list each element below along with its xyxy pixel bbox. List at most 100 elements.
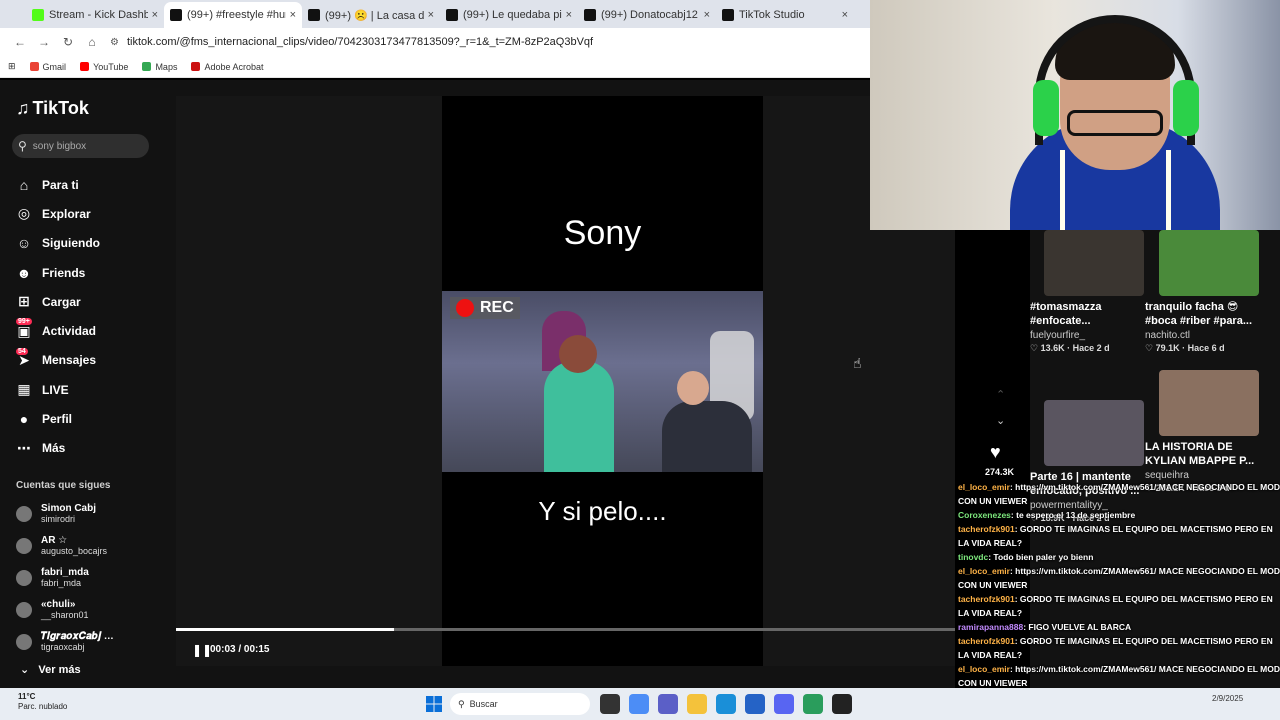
back-icon[interactable]: ← — [8, 35, 32, 49]
avatar — [16, 538, 32, 554]
bookmark-item[interactable]: Adobe Acrobat — [191, 62, 264, 72]
video-thumbnail[interactable] — [1159, 370, 1259, 436]
recommended-video-card[interactable]: #tomasmazza #enfocate... fuelyourfire_ ♡ 1… — [1030, 230, 1144, 354]
webcam-overlay — [870, 0, 1280, 230]
chat-username: Coroxenezes — [958, 510, 1011, 520]
following-account[interactable]: Simon Cabj simirodri — [16, 498, 166, 530]
browser-tab[interactable]: (99+) Donatocabj12 (@do × — [578, 2, 716, 28]
sidebar-item-compass[interactable]: ◎ Explorar — [16, 199, 100, 228]
home-icon[interactable]: ⌂ — [80, 35, 104, 49]
chat-text: : te espero el 13 de septiembre — [1010, 510, 1136, 520]
bookmark-item[interactable]: Gmail — [29, 62, 66, 72]
close-tab-icon[interactable]: × — [842, 9, 848, 21]
windows-start-icon[interactable] — [426, 696, 442, 712]
reload-icon[interactable]: ↻ — [56, 35, 80, 49]
store-icon[interactable] — [745, 694, 765, 714]
browser-tab-bar: Stream - Kick Dashboard×(99+) #freestyle… — [0, 0, 870, 28]
sidebar-item-friends[interactable]: ☻ Friends — [16, 258, 100, 287]
forward-icon[interactable]: → — [32, 35, 56, 49]
sidebar-item-profile[interactable]: ● Perfil — [16, 404, 100, 433]
bookmark-item[interactable]: Maps — [142, 62, 177, 72]
following-account[interactable]: 𝑻𝒊𝒈𝒓𝒂𝒐𝒙𝑪𝒂𝒃𝒋 … tigraoxcabj — [16, 626, 166, 658]
chevron-up-icon[interactable]: ⌃ — [996, 388, 1005, 401]
discord-icon[interactable] — [774, 694, 794, 714]
clip-person-center-head — [559, 335, 597, 373]
sidebar-item-following[interactable]: ☺ Siguiendo — [16, 229, 100, 258]
browser-tab[interactable]: Stream - Kick Dashboard × — [26, 2, 164, 28]
chat-message: tinovdc: Todo bien paler yo bienn — [956, 550, 1280, 564]
task-view-icon[interactable] — [600, 694, 620, 714]
following-account[interactable]: AR ☆ augusto_bocajrs — [16, 530, 166, 562]
home-icon: ⌂ — [19, 176, 29, 193]
bookmark-item[interactable]: YouTube — [80, 62, 128, 72]
browser-tab[interactable]: (99+) ☹️ | La casa de p × — [302, 2, 440, 28]
address-bar[interactable]: ⚙ tiktok.com/@fms_internacional_clips/vi… — [110, 31, 870, 53]
following-account[interactable]: «chuli» __sharon01 — [16, 594, 166, 626]
chat-username: tinovdc — [958, 552, 989, 562]
obs-icon[interactable] — [832, 694, 852, 714]
chat-username: el_loco_emir — [958, 664, 1010, 674]
webcam-headset — [1035, 15, 1195, 145]
close-tab-icon[interactable]: × — [428, 9, 434, 21]
video-stage[interactable]: Sony REC Y si pelo.... ❚❚ 00:03 / 00:15 — [176, 96, 955, 666]
taskbar-apps — [600, 694, 861, 714]
chat-username: tacherofzk901 — [958, 594, 1015, 604]
video-thumbnail[interactable] — [1159, 230, 1259, 296]
browser-tab[interactable]: (99+) #freestyle #hum × — [164, 2, 302, 28]
tab-favicon-icon — [308, 9, 320, 21]
close-tab-icon[interactable]: × — [152, 9, 158, 21]
see-more-button[interactable]: ⌄ Ver más — [20, 663, 81, 676]
sidebar-item-upload[interactable]: ⊞ Cargar — [16, 287, 100, 316]
chrome-icon[interactable] — [803, 694, 823, 714]
recommended-video-card[interactable]: LA HISTORIA DE KYLIAN MBAPPE P... sequeih… — [1145, 370, 1259, 494]
browser-tab[interactable]: (99+) Le quedaba pintado × — [440, 2, 578, 28]
video-title: LA HISTORIA DE KYLIAN MBAPPE P... — [1145, 441, 1255, 467]
teams-icon[interactable] — [658, 694, 678, 714]
browser-tab[interactable]: TikTok Studio × — [716, 2, 854, 28]
apps-icon[interactable]: ⊞ — [8, 61, 16, 72]
close-tab-icon[interactable]: × — [290, 9, 296, 21]
video-title: #tomasmazza #enfocate... — [1030, 301, 1102, 327]
close-tab-icon[interactable]: × — [704, 9, 710, 21]
site-info-icon[interactable]: ⚙ — [110, 37, 119, 48]
video-progress-fill — [176, 628, 395, 631]
following-icon: ☺ — [16, 235, 32, 252]
video-thumbnail[interactable] — [1044, 230, 1144, 296]
weather-temp: 11°C — [18, 692, 36, 701]
video-player[interactable]: Sony REC Y si pelo.... — [442, 96, 763, 666]
tab-title: Stream - Kick Dashboard — [49, 9, 148, 21]
avatar — [16, 570, 32, 586]
weather-widget[interactable]: 11°C Parc. nublado — [18, 692, 67, 712]
tiktok-logo[interactable]: ♫ TikTok — [16, 98, 89, 119]
sidebar-item-more[interactable]: ⋯ Más — [16, 434, 100, 463]
chat-message: tacherofzk901: GORDO TE IMAGINAS EL EQUI… — [956, 634, 1280, 662]
like-heart-icon[interactable]: ♥ — [990, 442, 1001, 463]
sidebar-item-label: Siguiendo — [42, 236, 100, 251]
close-tab-icon[interactable]: × — [566, 9, 572, 21]
following-account[interactable]: fabri_mda fabri_mda — [16, 562, 166, 594]
chevron-down-icon[interactable]: ⌄ — [996, 414, 1005, 427]
hand-cursor-icon: ☝ — [853, 355, 862, 371]
chat-message: Coroxenezes: te espero el 13 de septiemb… — [956, 508, 1280, 522]
edge-icon[interactable] — [716, 694, 736, 714]
url-text: tiktok.com/@fms_internacional_clips/vide… — [126, 36, 594, 48]
sidebar-item-messages[interactable]: ➤ Mensajes 54 — [16, 346, 100, 375]
file-explorer-icon[interactable] — [687, 694, 707, 714]
video-thumbnail[interactable] — [1044, 400, 1144, 466]
sidebar-item-label: Para ti — [42, 177, 79, 192]
recommended-video-card[interactable]: tranquilo facha 😎 #boca #riber #para... n… — [1145, 230, 1259, 354]
taskbar-search[interactable]: ⚲ Buscar — [450, 693, 590, 715]
search-input[interactable]: ⚲ sony bigbox — [12, 134, 149, 158]
webcam-headset-cup-right — [1173, 80, 1199, 136]
webcam-hoodie-stripe — [1060, 150, 1065, 230]
sidebar-item-activity[interactable]: ▣ Actividad 99+ — [16, 316, 100, 345]
video-progress-bar[interactable] — [176, 628, 955, 631]
chat-username: tacherofzk901 — [958, 636, 1015, 646]
copilot-icon[interactable] — [629, 694, 649, 714]
weather-desc: Parc. nublado — [18, 702, 68, 711]
sidebar-item-home[interactable]: ⌂ Para ti — [16, 170, 100, 199]
bookmark-label: Maps — [155, 61, 178, 72]
sidebar-item-live[interactable]: ▦ LIVE — [16, 375, 100, 404]
following-username: __sharon01 — [41, 610, 89, 620]
clip-person-center — [544, 361, 614, 472]
